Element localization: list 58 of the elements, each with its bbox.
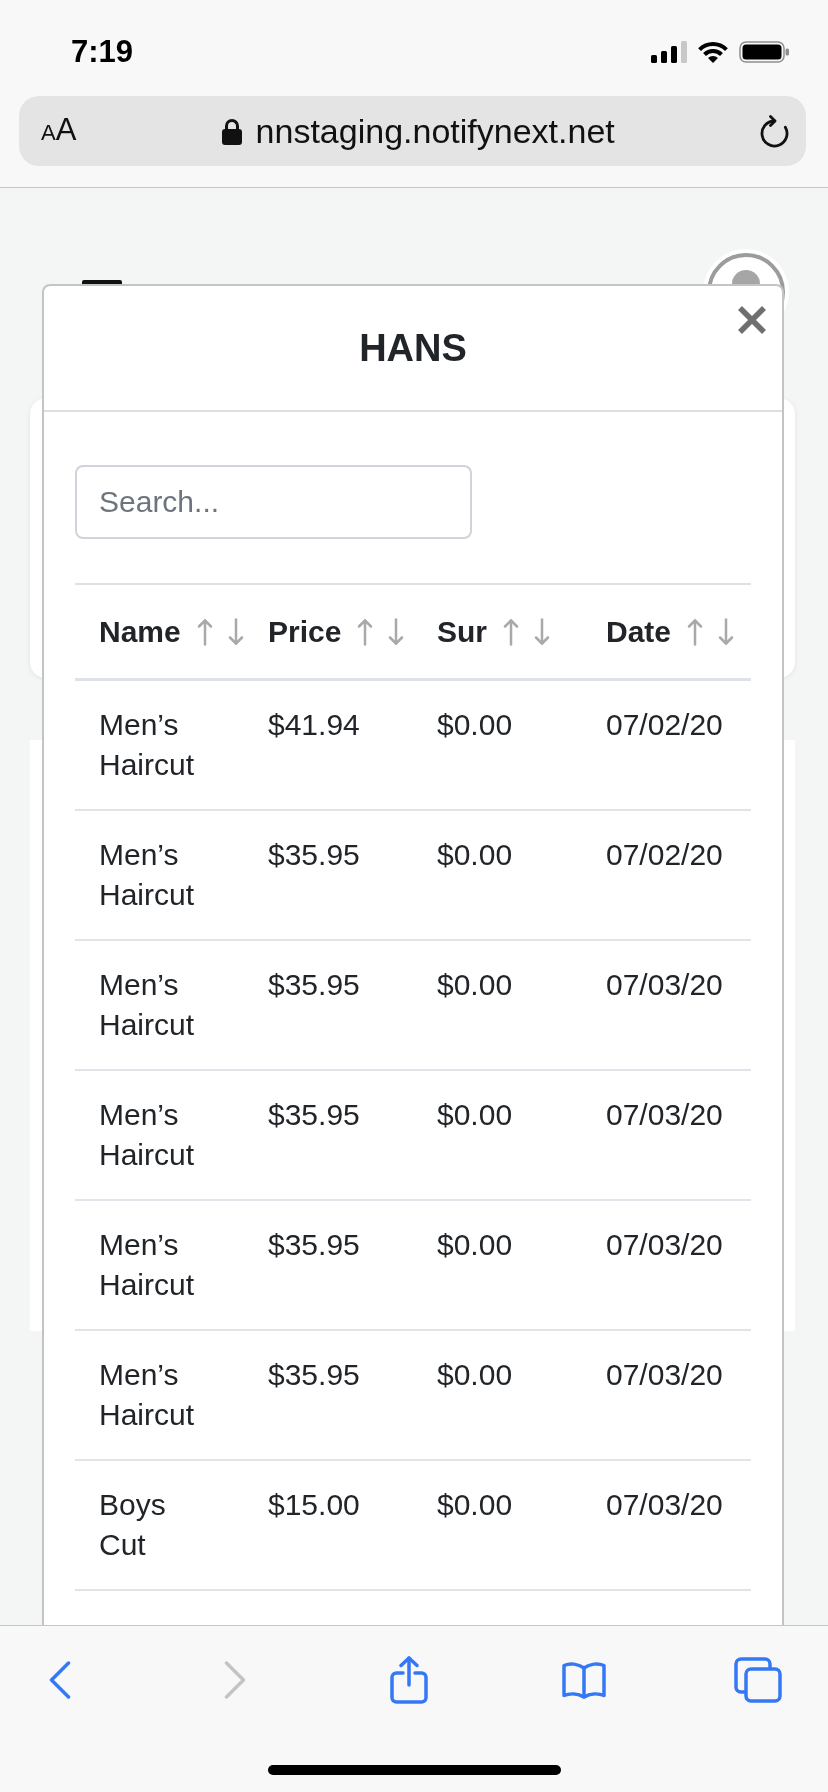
up-arrow-icon [357, 617, 374, 646]
table-cell-text: 07/03/20 [606, 1487, 724, 1523]
table-cell-text: 07/02/20 [606, 837, 724, 873]
squares-icon [734, 1657, 782, 1703]
down-arrow-icon [388, 617, 405, 646]
up-arrow-icon [687, 617, 704, 646]
up-arrow-icon [196, 617, 213, 646]
close-button[interactable] [737, 305, 767, 335]
chevron-right-icon [223, 1661, 246, 1699]
close-icon [737, 305, 767, 335]
url-text[interactable]: nnstaging.notifynext.net [255, 111, 615, 151]
table-cell-text: $0.00 [437, 1097, 514, 1133]
modal-title: HANS [359, 326, 467, 370]
up-arrow-icon [503, 617, 519, 646]
reload-icon [760, 114, 789, 148]
table-cell-text: $0.00 [437, 1357, 514, 1393]
table-cell-text: 07/03/20 [606, 1357, 724, 1393]
search-field[interactable]: Search... [75, 465, 472, 539]
table-cell-text: 07/03/20 [606, 1227, 724, 1263]
column-header[interactable]: Sur [437, 611, 582, 652]
table-cell-text: $0.00 [437, 1487, 514, 1523]
table-cell-text: $0.00 [437, 707, 514, 743]
table-cell-text: Men’s Haircut [99, 1097, 196, 1173]
table-cell-text: Men’s Haircut [99, 1357, 196, 1433]
share-icon [390, 1656, 428, 1704]
column-header[interactable]: Date [606, 611, 751, 652]
table-cell-text: $0.00 [437, 837, 514, 873]
table-cell-text: $15.00 [268, 1487, 361, 1523]
battery-icon [739, 41, 790, 63]
chevron-left-icon [49, 1661, 71, 1699]
table-cell-text: $41.94 [268, 707, 361, 743]
reload-button[interactable] [760, 114, 789, 148]
down-arrow-icon [227, 617, 244, 646]
lock-icon [221, 117, 242, 145]
table-cell-text: $0.00 [437, 967, 514, 1003]
table-cell-text: $0.00 [437, 1227, 514, 1263]
column-header[interactable]: Price [268, 611, 413, 652]
down-arrow-icon [534, 617, 550, 646]
text-size-button[interactable]: AA [41, 111, 77, 151]
table-cell-text: 07/03/20 [606, 1097, 724, 1133]
down-arrow-icon [718, 617, 735, 646]
table-cell-text: Men’s Haircut [99, 967, 196, 1043]
table-cell-text: $35.95 [268, 1227, 361, 1263]
table-cell-text: 07/02/20 [606, 707, 724, 743]
table-cell-text: Men’s Haircut [99, 707, 196, 783]
table-cell-text: $35.95 [268, 967, 361, 1003]
table-cell-text: $35.95 [268, 1097, 361, 1133]
column-header[interactable]: Name [99, 611, 244, 652]
table-cell-text: Boys Cut [99, 1487, 167, 1563]
book-icon [561, 1661, 606, 1699]
table-cell-text: $35.95 [268, 1357, 361, 1393]
table-cell-text: Men’s Haircut [99, 1227, 196, 1303]
signal-icon [651, 41, 687, 63]
table-cell-text: 07/03/20 [606, 967, 724, 1003]
table-cell-text: Men’s Haircut [99, 837, 196, 913]
status-time: 7:19 [71, 34, 134, 70]
wifi-icon [697, 40, 729, 64]
table-cell-text: $35.95 [268, 837, 361, 873]
